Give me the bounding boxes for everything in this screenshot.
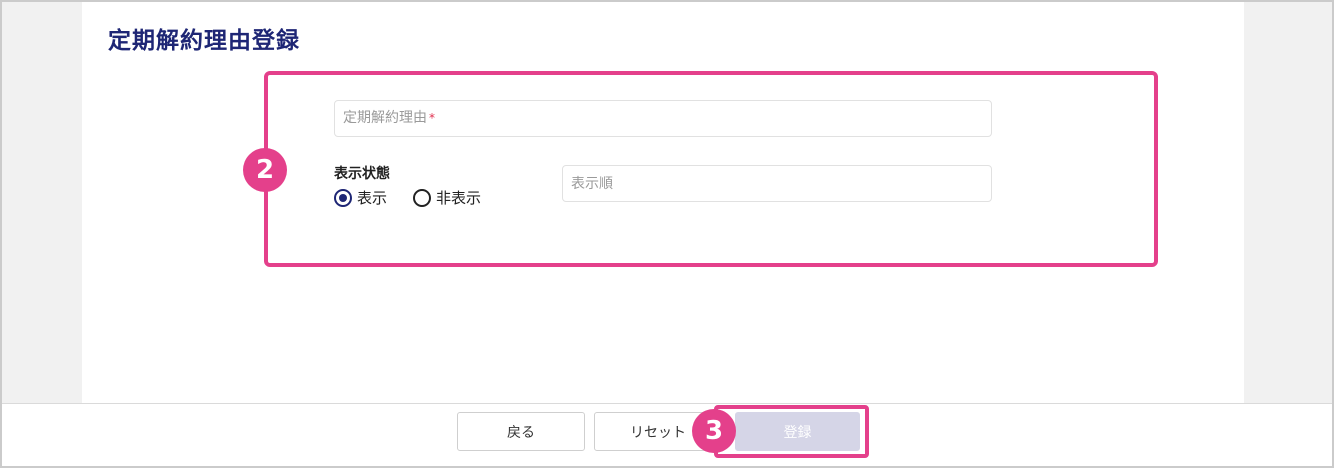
radio-label-show: 表示	[357, 189, 388, 207]
radio-selected-dot	[339, 194, 347, 202]
annotation-badge-3: 3	[692, 409, 736, 453]
register-button[interactable]: 登録	[735, 412, 860, 451]
app-window: 定期解約理由登録 2 定期解約理由* 表示状態 表示 非表示 戻る リセット 登…	[0, 0, 1334, 468]
radio-label-hide: 非表示	[436, 189, 482, 207]
radio-button-show[interactable]	[334, 189, 352, 207]
back-button[interactable]: 戻る	[457, 412, 585, 451]
main-panel: 定期解約理由登録 2 定期解約理由 * 表示状態 表示 非表示	[82, 0, 1244, 403]
reason-input[interactable]	[335, 101, 991, 136]
radio-option-hide[interactable]: 非表示	[413, 189, 487, 209]
display-order-input[interactable]	[563, 166, 991, 201]
annotation-badge-2: 2	[243, 148, 287, 192]
display-order-field	[562, 165, 992, 202]
display-status-label: 表示状態	[334, 166, 390, 182]
page-title: 定期解約理由登録	[108, 28, 300, 54]
display-status-radio-group: 表示 非表示	[334, 189, 504, 209]
radio-option-show[interactable]: 表示	[334, 189, 392, 209]
footer-action-bar: 戻る リセット 登録 3	[0, 403, 1334, 468]
radio-button-hide[interactable]	[413, 189, 431, 207]
reason-field: 定期解約理由 *	[334, 100, 992, 137]
